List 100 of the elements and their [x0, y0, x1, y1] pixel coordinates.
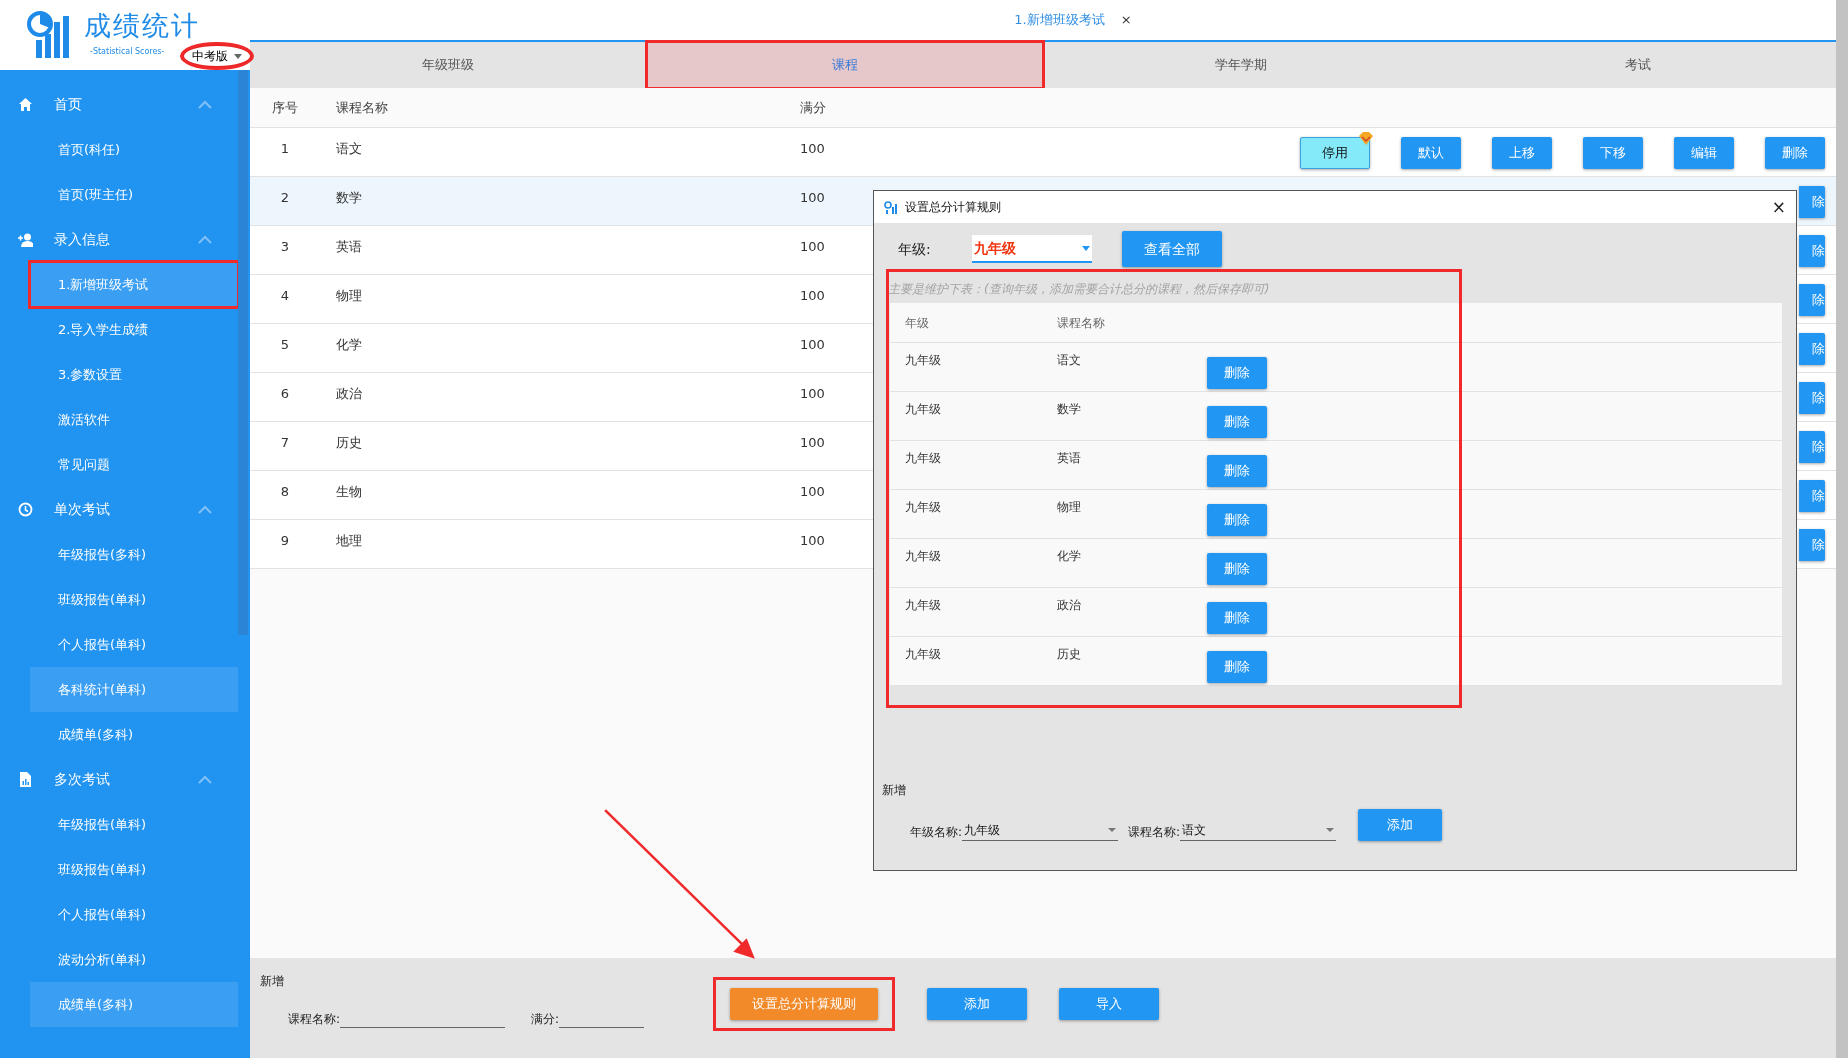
tab[interactable]: 考试 [1439, 42, 1836, 88]
table-cell: 生物 [336, 484, 362, 499]
sidebar-item[interactable]: 各科统计(单科) [30, 667, 238, 712]
sidebar-item[interactable]: 个人报告(单科) [30, 622, 238, 667]
column-header: 序号 [272, 99, 298, 115]
rule-button[interactable]: 设置总分计算规则 [730, 988, 878, 1020]
sidebar-item[interactable]: 首页(班主任) [30, 172, 238, 217]
table-cell: 7 [280, 435, 290, 450]
action-button[interactable]: 除 [1799, 382, 1825, 414]
sidebar-item[interactable]: 班级报告(单科) [30, 847, 238, 892]
action-button[interactable]: 编辑 [1674, 137, 1734, 169]
table-row[interactable]: 1 语文 100 停用 默认 上移 下移 编辑 删除 [250, 128, 1836, 177]
tab[interactable]: 课程 [646, 42, 1043, 88]
sidebar-item[interactable]: 3.参数设置 [30, 352, 238, 397]
grade-dropdown[interactable]: 九年级 [972, 235, 1092, 263]
toggle-button[interactable]: 停用 [1300, 137, 1370, 169]
scrollbar[interactable] [238, 70, 248, 635]
page-tab[interactable]: 1.新增班级考试 [1014, 10, 1105, 30]
sidebar-item[interactable]: 1.新增班级考试 [30, 262, 238, 307]
column-header: 课程名称 [336, 99, 388, 115]
sidebar-group-label[interactable]: 首页 [54, 94, 82, 115]
action-button[interactable]: 除 [1799, 186, 1825, 218]
caret-icon [234, 53, 242, 59]
scrollbar[interactable] [1836, 0, 1848, 1058]
table-cell: 英语 [1057, 451, 1081, 465]
table-cell: 物理 [1057, 500, 1081, 514]
table-cell: 数学 [1057, 402, 1081, 416]
table-cell: 100 [800, 484, 825, 499]
close-button[interactable]: × [1120, 10, 1132, 30]
sidebar-item[interactable]: 个人报告(单科) [30, 892, 238, 937]
sidebar-item[interactable]: 首页(科任) [30, 127, 238, 172]
sidebar-item[interactable]: 年级报告(多科) [30, 532, 238, 577]
logo-subtitle: -Statistical Scores- [90, 48, 165, 56]
action-button[interactable]: 默认 [1401, 137, 1461, 169]
caret-icon [1108, 827, 1117, 832]
action-button[interactable]: 除 [1799, 284, 1825, 316]
action-button[interactable]: 添加 [927, 988, 1027, 1020]
table-cell: 100 [800, 190, 825, 205]
sidebar-item[interactable]: 常见问题 [30, 442, 238, 487]
action-button[interactable]: 除 [1799, 235, 1825, 267]
tab[interactable]: 学年学期 [1043, 42, 1440, 88]
table-cell: 4 [280, 288, 290, 303]
table-cell: 九年级 [905, 598, 941, 612]
select-field[interactable]: 九年级 [962, 819, 1119, 841]
table-cell: 历史 [1057, 647, 1081, 661]
delete-button[interactable]: 删除 [1207, 406, 1267, 438]
dialog-title: 设置总分计算规则 [905, 199, 1001, 216]
action-button[interactable]: 除 [1799, 480, 1825, 512]
delete-button[interactable]: 删除 [1207, 602, 1267, 634]
table-cell: 化学 [1057, 549, 1081, 563]
table-cell: 九年级 [905, 353, 941, 367]
add-button[interactable]: 添加 [1358, 809, 1443, 841]
action-button[interactable]: 删除 [1765, 137, 1825, 169]
chevron-up-icon [198, 505, 212, 514]
delete-button[interactable]: 删除 [1207, 357, 1267, 389]
action-button[interactable]: 除 [1799, 431, 1825, 463]
sidebar-item[interactable]: 年级报告(单科) [30, 802, 238, 847]
action-button[interactable]: 上移 [1492, 137, 1552, 169]
delete-button[interactable]: 删除 [1207, 553, 1267, 585]
sidebar-group-label[interactable]: 单次考试 [54, 499, 110, 520]
sidebar-item[interactable]: 2.导入学生成绩 [30, 307, 238, 352]
table-cell: 历史 [336, 435, 362, 450]
table-cell: 政治 [1057, 598, 1081, 612]
sidebar-item[interactable]: 成绩单(多科) [30, 712, 238, 757]
delete-button[interactable]: 删除 [1207, 504, 1267, 536]
sidebar-item[interactable]: 班级报告(单科) [30, 577, 238, 622]
table-cell: 化学 [336, 337, 362, 352]
close-button[interactable]: × [1771, 198, 1786, 216]
action-button[interactable]: 下移 [1583, 137, 1643, 169]
table-cell: 100 [800, 288, 825, 303]
field-label: 年级: [897, 239, 932, 259]
section-title: 新增 [882, 782, 907, 799]
table-cell: 英语 [336, 239, 362, 254]
table-cell: 8 [280, 484, 290, 499]
sidebar-group-label[interactable]: 多次考试 [54, 769, 110, 790]
chevron-up-icon [198, 235, 212, 244]
action-button[interactable]: 导入 [1059, 988, 1159, 1020]
table-cell: 100 [800, 239, 825, 254]
sidebar-item[interactable]: 激活软件 [30, 397, 238, 442]
column-header: 年级 [905, 315, 929, 330]
sidebar-group-label[interactable]: 录入信息 [54, 229, 110, 250]
delete-button[interactable]: 删除 [1207, 455, 1267, 487]
select-field[interactable]: 语文 [1180, 819, 1337, 841]
table-cell: 3 [280, 239, 290, 254]
sidebar-item[interactable]: 成绩单(多科) [30, 982, 238, 1027]
action-button[interactable]: 除 [1799, 333, 1825, 365]
chevron-up-icon [198, 100, 212, 109]
table-cell: 九年级 [905, 402, 941, 416]
edition-dropdown[interactable]: 中考版 [182, 44, 252, 69]
logo-icon [26, 10, 72, 60]
clock-icon [18, 502, 33, 517]
tab[interactable]: 年级班级 [250, 42, 647, 88]
field-label: 满分: [531, 1011, 560, 1028]
sidebar-item[interactable]: 波动分析(单科) [30, 937, 238, 982]
view-all-button[interactable]: 查看全部 [1122, 231, 1222, 267]
delete-button[interactable]: 删除 [1207, 651, 1267, 683]
table-cell: 九年级 [905, 500, 941, 514]
action-button[interactable]: 除 [1799, 529, 1825, 561]
table-cell: 100 [800, 435, 825, 450]
table-cell: 6 [280, 386, 290, 401]
